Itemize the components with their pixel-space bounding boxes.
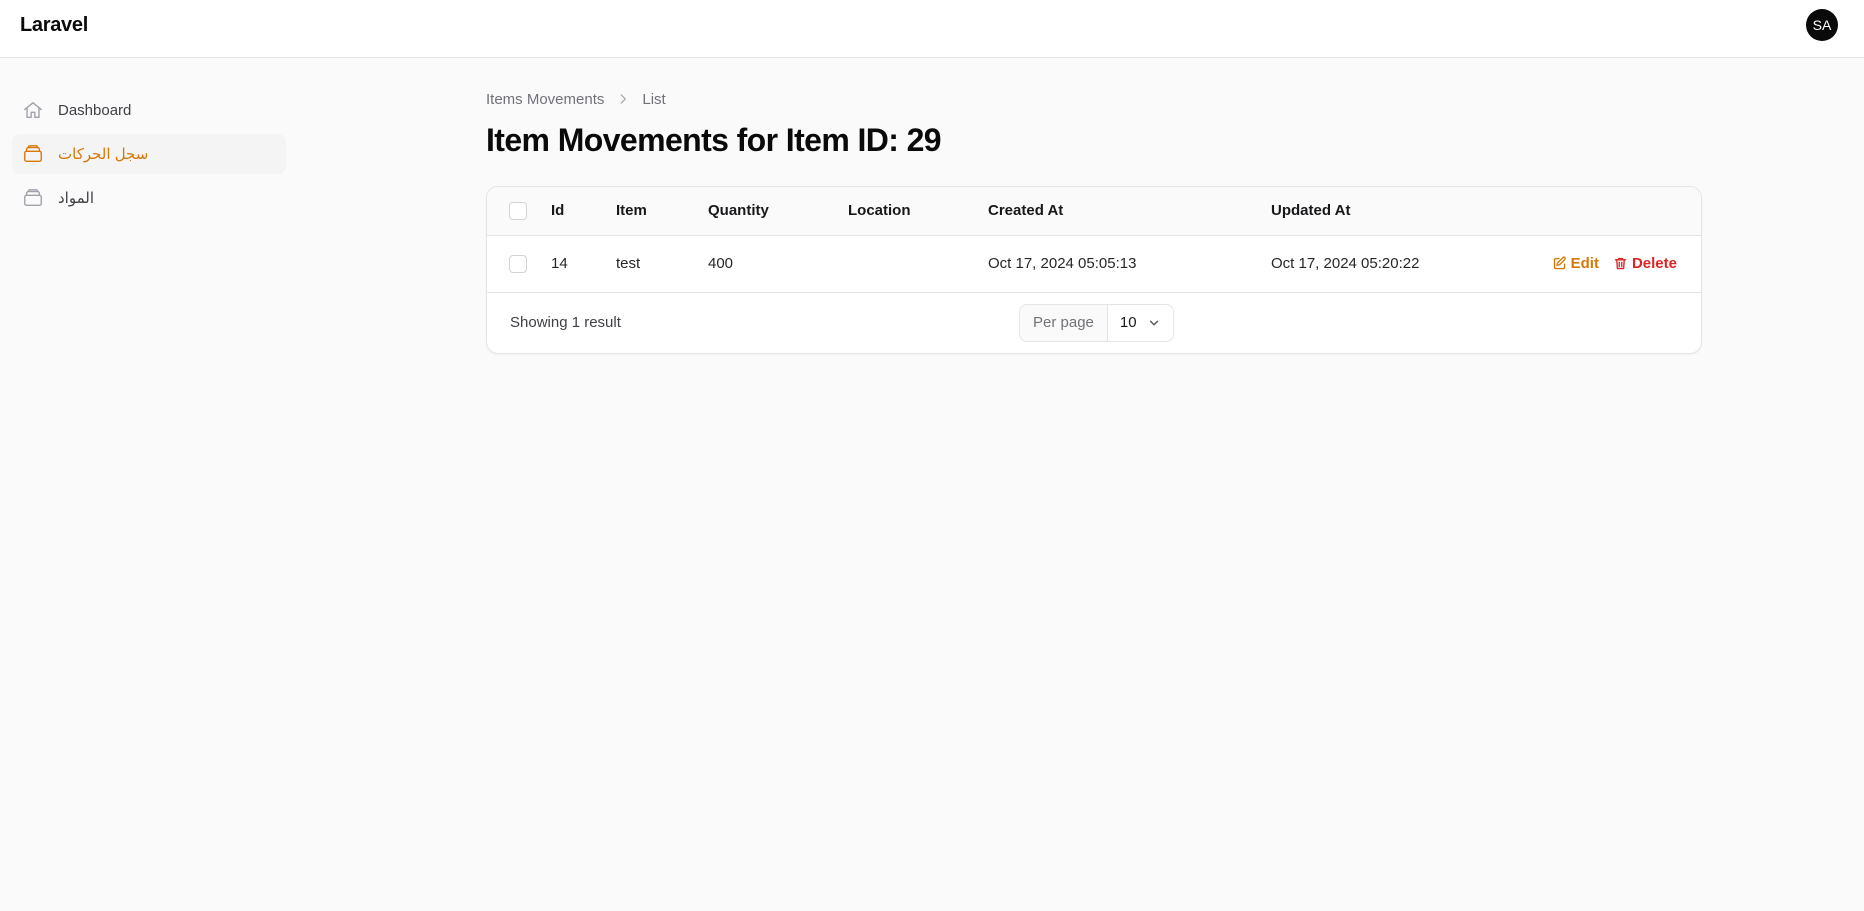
sidebar-item-materials[interactable]: المواد	[12, 178, 286, 218]
column-header-quantity[interactable]: Quantity	[708, 187, 848, 235]
delete-button[interactable]: Delete	[1613, 255, 1677, 272]
cell-quantity: 400	[708, 255, 734, 272]
table-header-row: Id Item Quantity Location Created At Upd…	[487, 187, 1701, 235]
chevron-down-icon	[1149, 320, 1158, 325]
table-row[interactable]: 14 test 400 Oct 17, 2024 05:05:13 Oct 17…	[487, 235, 1701, 292]
page-title: Item Movements for Item ID: 29	[486, 122, 942, 158]
home-icon	[22, 99, 44, 121]
archive-icon	[22, 143, 44, 165]
results-count: Showing 1 result	[510, 313, 621, 331]
cell-id: 14	[551, 255, 568, 272]
trash-icon	[1614, 257, 1627, 270]
sidebar-item-movements-log[interactable]: سجل الحركات	[12, 134, 286, 174]
top-bar: Laravel SA	[0, 0, 1864, 58]
column-header-id[interactable]: Id	[551, 187, 616, 235]
row-checkbox[interactable]	[509, 254, 527, 273]
sidebar-item-label: Dashboard	[58, 101, 132, 119]
brand-logo[interactable]: Laravel	[20, 14, 88, 37]
sidebar-item-label: المواد	[58, 190, 95, 207]
column-header-item[interactable]: Item	[616, 187, 708, 235]
cell-location	[848, 235, 988, 292]
sidebar-item-dashboard[interactable]: Dashboard	[12, 90, 286, 130]
main-content: Items Movements List Item Movements for …	[486, 88, 1702, 354]
row-actions: Edit Delete	[1521, 255, 1701, 272]
cell-created-at: Oct 17, 2024 05:05:13	[988, 255, 1137, 272]
column-header-location[interactable]: Location	[848, 187, 988, 235]
per-page-value: 10	[1119, 314, 1137, 331]
sidebar: Dashboard سجل الحركات المواد	[12, 90, 286, 222]
chevron-right-icon	[616, 92, 630, 106]
breadcrumb-items-movements[interactable]: Items Movements	[486, 91, 604, 108]
movements-table-card: Id Item Quantity Location Created At Upd…	[486, 186, 1702, 354]
cell-item: test	[616, 255, 641, 272]
breadcrumb: Items Movements List	[486, 88, 1702, 110]
per-page-control: Per page 10	[1019, 303, 1174, 342]
per-page-label: Per page	[1020, 304, 1108, 341]
delete-label: Delete	[1631, 255, 1677, 272]
per-page-select[interactable]: 10	[1108, 305, 1173, 341]
table-footer: Showing 1 result Per page 10	[487, 293, 1701, 353]
column-header-created-at[interactable]: Created At	[988, 187, 1271, 235]
sidebar-item-label: سجل الحركات	[58, 146, 149, 163]
breadcrumb-current: List	[642, 90, 666, 108]
edit-icon	[1553, 256, 1566, 270]
column-header-actions	[1521, 187, 1701, 235]
select-all-checkbox[interactable]	[509, 201, 527, 220]
column-header-updated-at[interactable]: Updated At	[1271, 187, 1521, 235]
archive-icon	[22, 187, 44, 209]
edit-button[interactable]: Edit	[1552, 255, 1599, 272]
user-avatar[interactable]: SA	[1806, 9, 1838, 41]
cell-updated-at: Oct 17, 2024 05:20:22	[1271, 255, 1420, 272]
movements-table: Id Item Quantity Location Created At Upd…	[487, 187, 1701, 293]
edit-label: Edit	[1570, 255, 1599, 272]
